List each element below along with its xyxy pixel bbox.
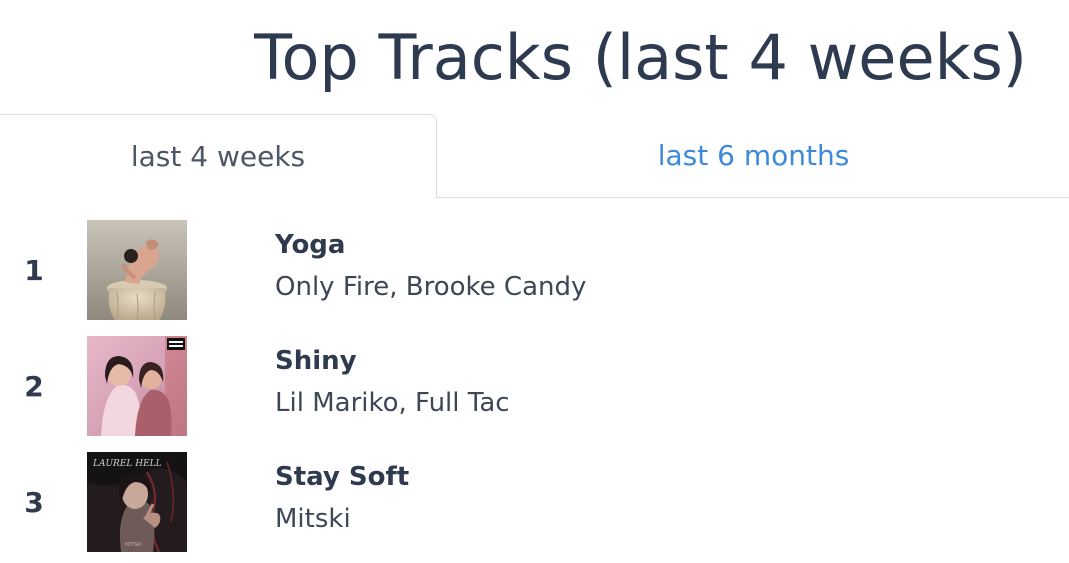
tab-last-4-weeks[interactable]: last 4 weeks	[0, 114, 437, 198]
track-title[interactable]: Yoga	[275, 230, 345, 260]
track-rank: 2	[24, 369, 44, 403]
album-art-artist-text: MITSKI	[125, 542, 142, 548]
track-title[interactable]: Shiny	[275, 346, 357, 376]
album-art-stay-soft[interactable]: LAUREL HELL MITSKI	[87, 452, 187, 552]
album-art-title-text: LAUREL HELL	[92, 459, 162, 469]
tab-divider	[437, 197, 1069, 198]
track-artists[interactable]: Only Fire, Brooke Candy	[275, 272, 586, 302]
tab-last-6-months[interactable]: last 6 months	[438, 114, 1069, 196]
album-art-shiny[interactable]	[87, 336, 187, 436]
track-row[interactable]: 1 Yoga Only Fire, Brooke Candy	[0, 220, 1069, 320]
time-range-tabs: last 4 weeks last 6 months	[0, 114, 1069, 198]
page-title: Top Tracks (last 4 weeks)	[254, 21, 1027, 94]
album-art-yoga[interactable]	[87, 220, 187, 320]
track-row[interactable]: 2 Shiny Lil Mariko, Full Tac	[0, 336, 1069, 436]
track-rank: 3	[24, 485, 44, 519]
track-rank: 1	[24, 253, 44, 287]
track-title[interactable]: Stay Soft	[275, 462, 409, 492]
track-artists[interactable]: Mitski	[275, 504, 351, 534]
track-row[interactable]: 3 LAUREL HELL MITSKI Stay Soft Mitski	[0, 452, 1069, 552]
track-artists[interactable]: Lil Mariko, Full Tac	[275, 388, 510, 418]
